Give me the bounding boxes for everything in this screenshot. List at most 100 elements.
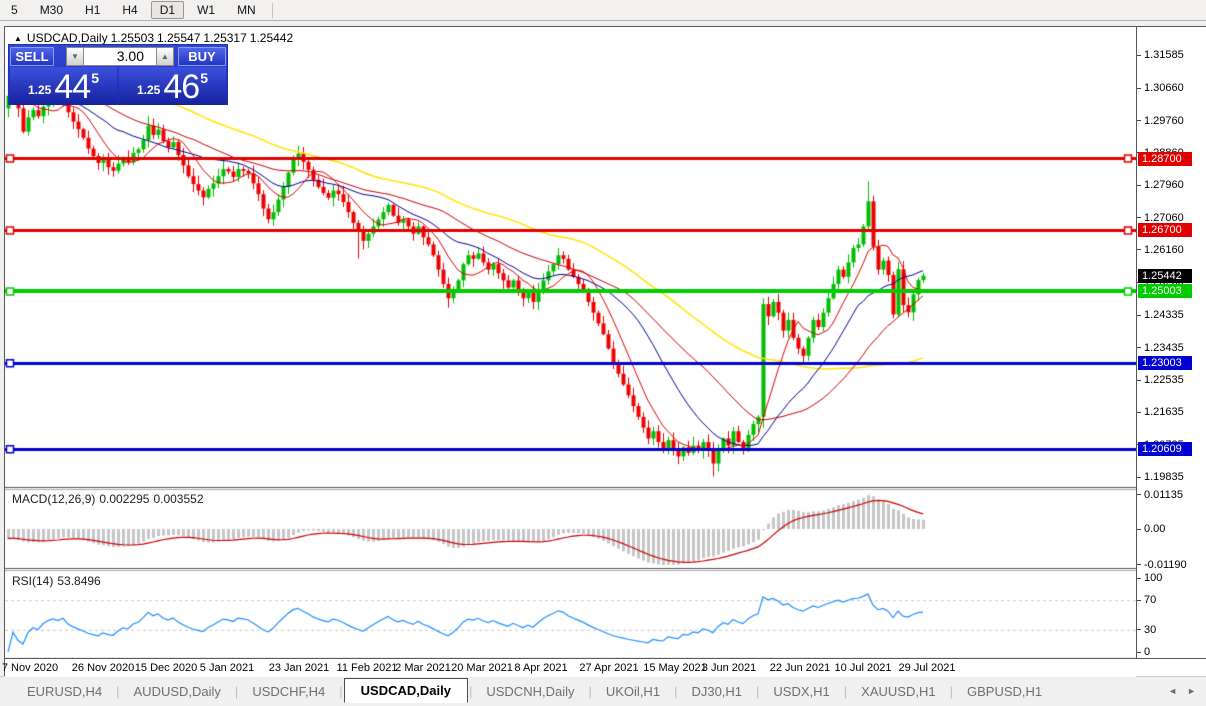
- price-tick-label: 1.29760: [1144, 114, 1184, 127]
- tab-audusd-daily[interactable]: AUDUSD,Daily: [121, 680, 234, 703]
- price-tick-label: 1.30660: [1144, 82, 1184, 95]
- rsi-tick-label: 0: [1144, 646, 1151, 658]
- timeframe-button-h4[interactable]: H4: [113, 1, 146, 19]
- bid-price-prefix: 1.25: [28, 83, 52, 97]
- rsi-tick-label: 100: [1144, 572, 1163, 584]
- tab-gbpusd-h1[interactable]: GBPUSD,H1: [954, 680, 1055, 703]
- chart-canvas[interactable]: [5, 27, 1136, 659]
- ask-price-big: 46: [163, 68, 200, 107]
- tab-ukoil-h1[interactable]: UKOil,H1: [593, 680, 673, 703]
- chart-symbol-period: USDCAD,Daily: [26, 31, 108, 45]
- price-axis[interactable]: 1.315851.306601.297601.288601.279601.270…: [1136, 27, 1206, 659]
- ask-price-panel[interactable]: 1.25 46 5: [119, 67, 226, 105]
- tick-mark: [1137, 629, 1141, 631]
- date-label: 22 Jun 2021: [769, 662, 831, 674]
- tab-separator: |: [234, 684, 239, 699]
- price-level-label: 1.20609: [1138, 442, 1192, 457]
- rsi-axis-tick: 100: [1137, 572, 1162, 584]
- ask-price-pip: 5: [200, 70, 208, 86]
- rsi-indicator-label: RSI(14) 53.8496: [12, 574, 105, 588]
- volume-decrease-button[interactable]: ▼: [66, 46, 84, 66]
- chart-header: ▲ USDCAD,Daily 1.25503 1.25547 1.25317 1.2544…: [14, 31, 296, 45]
- collapse-triangle-icon[interactable]: ▲: [14, 34, 22, 43]
- tab-xauusd-h1[interactable]: XAUUSD,H1: [848, 680, 948, 703]
- tab-usdx-h1[interactable]: USDX,H1: [760, 680, 842, 703]
- timeframe-button-mn[interactable]: MN: [228, 1, 265, 19]
- macd-name: MACD(12,26,9): [12, 492, 96, 506]
- date-label: 2 Mar 2021: [395, 662, 451, 674]
- trade-panel-quotes: 1.25 44 5 1.25 46 5: [10, 67, 226, 105]
- tick-mark: [1137, 184, 1141, 186]
- price-tick: 1.30660: [1137, 82, 1184, 94]
- date-label: 29 Jul 2021: [898, 662, 956, 674]
- price-level-label: 1.26700: [1138, 223, 1192, 238]
- tick-mark: [1137, 54, 1141, 56]
- tab-usdcnh-daily[interactable]: USDCNH,Daily: [473, 680, 587, 703]
- volume-increase-button[interactable]: ▲: [156, 46, 174, 66]
- chevron-down-icon: ▼: [71, 51, 79, 61]
- date-label: 5 Jan 2021: [199, 662, 255, 674]
- rsi-tick-label: 70: [1144, 594, 1157, 607]
- date-label: 15 Dec 2020: [134, 662, 198, 674]
- chevron-up-icon: ▲: [161, 51, 169, 61]
- tick-mark: [1137, 347, 1141, 349]
- mt4-window: 5 M30 H1 H4 D1 W1 MN ▲ USDCAD,Daily 1.25503 1.255…: [0, 0, 1206, 706]
- price-tick: 1.24335: [1137, 309, 1184, 321]
- macd-indicator-label: MACD(12,26,9) 0.002295 0.003552: [12, 492, 208, 506]
- sell-button[interactable]: SELL: [10, 46, 54, 66]
- rsi-tick-label: 30: [1144, 623, 1157, 636]
- tab-scroll-arrows: ◄ ►: [1158, 686, 1196, 696]
- tab-dj30-h1[interactable]: DJ30,H1: [678, 680, 755, 703]
- tab-eurusd-h4[interactable]: EURUSD,H4: [14, 680, 115, 703]
- date-label: 11 Feb 2021: [336, 662, 398, 674]
- date-label: 15 May 2021: [643, 662, 707, 674]
- tab-separator: |: [468, 684, 473, 699]
- date-label: 10 Jul 2021: [834, 662, 892, 674]
- price-tick: 1.27960: [1137, 179, 1184, 191]
- chart-tab-bar: EURUSD,H4 | AUDUSD,Daily | USDCHF,H4 | USDCAD,…: [0, 676, 1206, 706]
- chart-window: ▲ USDCAD,Daily 1.25503 1.25547 1.25317 1.2544…: [1, 26, 1206, 677]
- price-level-label: 1.23003: [1138, 356, 1192, 371]
- tick-mark: [1137, 87, 1141, 89]
- tick-mark: [1137, 577, 1141, 579]
- tab-separator: |: [674, 684, 678, 699]
- date-label: 27 Apr 2021: [579, 662, 639, 674]
- volume-input[interactable]: [84, 46, 156, 66]
- price-tick-label: 1.27960: [1144, 179, 1184, 192]
- tick-mark: [1137, 528, 1141, 530]
- price-tick: 1.31585: [1137, 49, 1184, 61]
- date-label: 23 Jan 2021: [268, 662, 330, 674]
- rsi-value: 53.8496: [57, 574, 101, 588]
- tab-scroll-left-icon[interactable]: ◄: [1168, 686, 1177, 696]
- ohlc-low: 1.25317: [203, 31, 247, 45]
- timeframe-button-w1[interactable]: W1: [188, 1, 224, 19]
- ohlc-close: 1.25442: [249, 31, 294, 45]
- tab-usdchf-h4[interactable]: USDCHF,H4: [239, 680, 338, 703]
- macd-axis-tick: 0.01135: [1137, 489, 1183, 501]
- tick-mark: [1137, 411, 1141, 413]
- price-tick-label: 1.21635: [1144, 406, 1184, 419]
- tick-mark: [1137, 120, 1141, 122]
- tick-mark: [1137, 599, 1141, 601]
- tab-separator: |: [843, 684, 848, 699]
- date-axis[interactable]: 7 Nov 2020 26 Nov 2020 15 Dec 2020 5 Jan 20…: [1, 659, 1136, 677]
- price-tick-label: 1.26160: [1144, 243, 1184, 256]
- tab-separator: |: [339, 684, 343, 699]
- tick-mark: [1137, 494, 1141, 496]
- timeframe-button-5[interactable]: 5: [2, 1, 27, 19]
- tab-scroll-right-icon[interactable]: ►: [1187, 686, 1196, 696]
- timeframe-button-d1[interactable]: D1: [150, 1, 185, 19]
- timeframe-button-h1[interactable]: H1: [76, 1, 109, 19]
- toolbar-separator: [271, 2, 273, 18]
- tick-mark: [1137, 249, 1141, 251]
- macd-tick-label: -0.01190: [1144, 558, 1187, 571]
- tab-usdcad-daily[interactable]: USDCAD,Daily: [343, 678, 468, 703]
- price-tick: 1.22535: [1137, 374, 1184, 386]
- price-tick: 1.23435: [1137, 342, 1184, 354]
- buy-button[interactable]: BUY: [178, 46, 226, 66]
- price-tick: 1.19835: [1137, 471, 1184, 483]
- bid-price-panel[interactable]: 1.25 44 5: [10, 67, 117, 105]
- tick-mark: [1137, 314, 1141, 316]
- date-label: 7 Nov 2020: [1, 662, 59, 674]
- timeframe-button-m30[interactable]: M30: [31, 1, 72, 19]
